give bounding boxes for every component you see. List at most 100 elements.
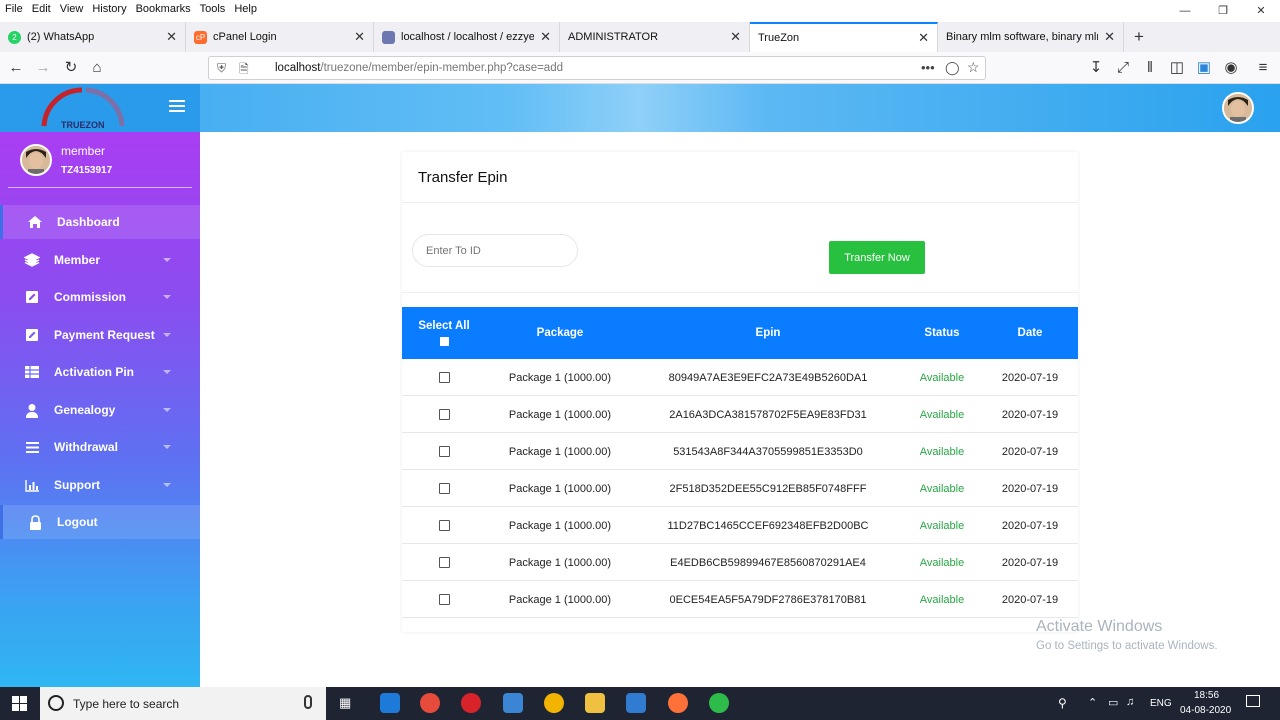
date-cell: 2020-07-19 <box>1001 482 1059 495</box>
page-info-icon[interactable]: 🗎 <box>239 60 249 81</box>
grid-icon <box>23 364 41 380</box>
language-indicator[interactable]: ENG <box>1150 698 1172 709</box>
pocket-icon[interactable]: ◯ <box>945 60 960 76</box>
microphone-icon[interactable] <box>304 695 312 709</box>
to-id-input[interactable] <box>412 234 578 267</box>
sidebar-item-logout[interactable]: Logout <box>0 505 200 539</box>
volume-icon[interactable]: ♫ <box>1126 696 1134 708</box>
row-checkbox[interactable] <box>438 483 450 494</box>
close-icon[interactable]: ✕ <box>166 29 177 45</box>
sidebar-item-withdrawal[interactable]: Withdrawal <box>0 430 200 464</box>
menu-file[interactable]: File <box>5 3 23 15</box>
restore-icon[interactable]: ❐ <box>1204 0 1242 22</box>
clock-time[interactable]: 18:56 <box>1194 690 1219 701</box>
edge-icon[interactable] <box>380 693 400 713</box>
new-tab-icon[interactable]: + <box>1124 22 1154 52</box>
sidebar-item-genealogy[interactable]: Genealogy <box>0 393 200 427</box>
tab-truezon[interactable]: TrueZon ✕ <box>750 22 938 52</box>
row-checkbox[interactable] <box>438 409 450 420</box>
forward-icon[interactable]: → <box>32 57 54 79</box>
close-window-icon[interactable]: ✕ <box>1242 0 1280 22</box>
tray-arrow-icon[interactable]: ⌃ <box>1088 696 1097 709</box>
date-cell: 2020-07-19 <box>1001 593 1059 606</box>
file-explorer-icon[interactable] <box>585 693 605 713</box>
hamburger-menu-icon[interactable] <box>169 100 185 114</box>
shield-icon[interactable]: ⛨ <box>217 61 226 76</box>
people-icon[interactable]: ⚲ <box>1058 696 1067 710</box>
battery-icon[interactable]: ▭ <box>1108 696 1118 709</box>
back-icon[interactable]: ← <box>5 57 27 79</box>
reload-icon[interactable]: ↻ <box>60 57 82 79</box>
tab-whatsapp[interactable]: 2 (2) WhatsApp ✕ <box>0 22 186 52</box>
menu-bookmarks[interactable]: Bookmarks <box>136 3 191 15</box>
screenshot-icon[interactable]: ⤢ <box>1112 57 1134 79</box>
browser-menu-icon[interactable]: ≡ <box>1252 57 1274 79</box>
sidebar-item-payment-request[interactable]: Payment Request <box>0 318 200 352</box>
tab-phpmyadmin[interactable]: localhost / localhost / ezzyeam ✕ <box>374 22 560 52</box>
row-checkbox[interactable] <box>438 594 450 605</box>
address-bar[interactable]: ⛨ 🗎 localhost/truezone/member/epin-membe… <box>208 56 986 80</box>
whatsapp-icon: 2 <box>8 30 21 44</box>
sidebar-item-dashboard[interactable]: Dashboard <box>0 205 200 239</box>
logo-text: TRUEZON <box>61 120 105 130</box>
sidebar-item-member[interactable]: Member <box>0 243 200 277</box>
tab-label: TrueZon <box>758 32 800 44</box>
chevron-down-icon <box>163 408 171 412</box>
store-icon[interactable] <box>626 693 646 713</box>
sidebar-toggle-icon[interactable]: ◫ <box>1166 57 1188 79</box>
taskbar-search[interactable]: Type here to search <box>40 687 326 720</box>
sync-icon[interactable]: ▣ <box>1193 57 1215 79</box>
close-icon[interactable]: ✕ <box>730 29 741 45</box>
transfer-now-button[interactable]: Transfer Now <box>829 241 925 274</box>
menu-view[interactable]: View <box>60 3 84 15</box>
close-icon[interactable]: ✕ <box>540 29 551 45</box>
task-view-icon[interactable]: ▦ <box>339 695 351 711</box>
firefox-icon[interactable] <box>668 693 688 713</box>
menu-tools[interactable]: Tools <box>200 3 226 15</box>
row-checkbox[interactable] <box>438 557 450 568</box>
home-icon <box>26 214 44 230</box>
sidebar-item-label: Genealogy <box>54 403 116 417</box>
notifications-icon[interactable] <box>1246 695 1260 707</box>
sidebar-item-label: Support <box>54 478 100 492</box>
home-button-icon[interactable]: ⌂ <box>86 57 108 79</box>
menu-edit[interactable]: Edit <box>32 3 51 15</box>
maps-icon[interactable] <box>544 693 564 713</box>
transfer-epin-card: Transfer Epin Transfer Now Select All Pa… <box>402 152 1078 632</box>
opera-icon[interactable] <box>461 693 481 713</box>
bookmark-star-icon[interactable]: ☆ <box>967 59 980 76</box>
taskbar-search-placeholder: Type here to search <box>73 696 180 711</box>
avatar[interactable] <box>20 144 52 176</box>
sidebar-item-activation-pin[interactable]: Activation Pin <box>0 355 200 389</box>
windows-start-icon[interactable] <box>12 696 27 711</box>
row-checkbox[interactable] <box>438 372 450 383</box>
menu-history[interactable]: History <box>92 3 126 15</box>
account-icon[interactable]: ◉ <box>1220 57 1242 79</box>
row-checkbox[interactable] <box>438 446 450 457</box>
tab-cpanel[interactable]: cP cPanel Login ✕ <box>186 22 374 52</box>
sidebar-item-support[interactable]: Support <box>0 468 200 502</box>
navigation-bar: ← → ↻ ⌂ ⛨ 🗎 localhost/truezone/member/ep… <box>0 52 1280 84</box>
row-checkbox[interactable] <box>438 520 450 531</box>
mail-icon[interactable] <box>503 693 523 713</box>
download-icon[interactable]: ↧ <box>1085 57 1107 79</box>
select-all-checkbox[interactable] <box>439 337 449 346</box>
more-actions-icon[interactable]: ••• <box>921 60 935 75</box>
chrome-icon[interactable] <box>420 693 440 713</box>
header-avatar[interactable] <box>1222 92 1254 124</box>
truezon-logo[interactable]: TRUEZON <box>38 86 128 132</box>
close-icon[interactable]: ✕ <box>354 29 365 45</box>
tab-administrator[interactable]: ADMINISTRATOR ✕ <box>560 22 750 52</box>
minimize-icon[interactable]: — <box>1166 0 1204 22</box>
close-icon[interactable]: ✕ <box>918 30 929 46</box>
package-cell: Package 1 (1000.00) <box>508 371 612 384</box>
sidebar-item-commission[interactable]: Commission <box>0 280 200 314</box>
close-icon[interactable]: ✕ <box>1104 29 1115 45</box>
window-controls: — ❐ ✕ <box>1166 0 1280 22</box>
table-header: Select All Package Epin Status Date <box>402 307 1078 359</box>
whatsapp-taskbar-icon[interactable] <box>709 693 729 713</box>
clock-date[interactable]: 04-08-2020 <box>1180 705 1231 716</box>
tab-binary-mlm[interactable]: Binary mlm software, binary mlm so ✕ <box>938 22 1124 52</box>
library-icon[interactable]: ‖ <box>1139 57 1161 79</box>
menu-help[interactable]: Help <box>234 3 257 15</box>
